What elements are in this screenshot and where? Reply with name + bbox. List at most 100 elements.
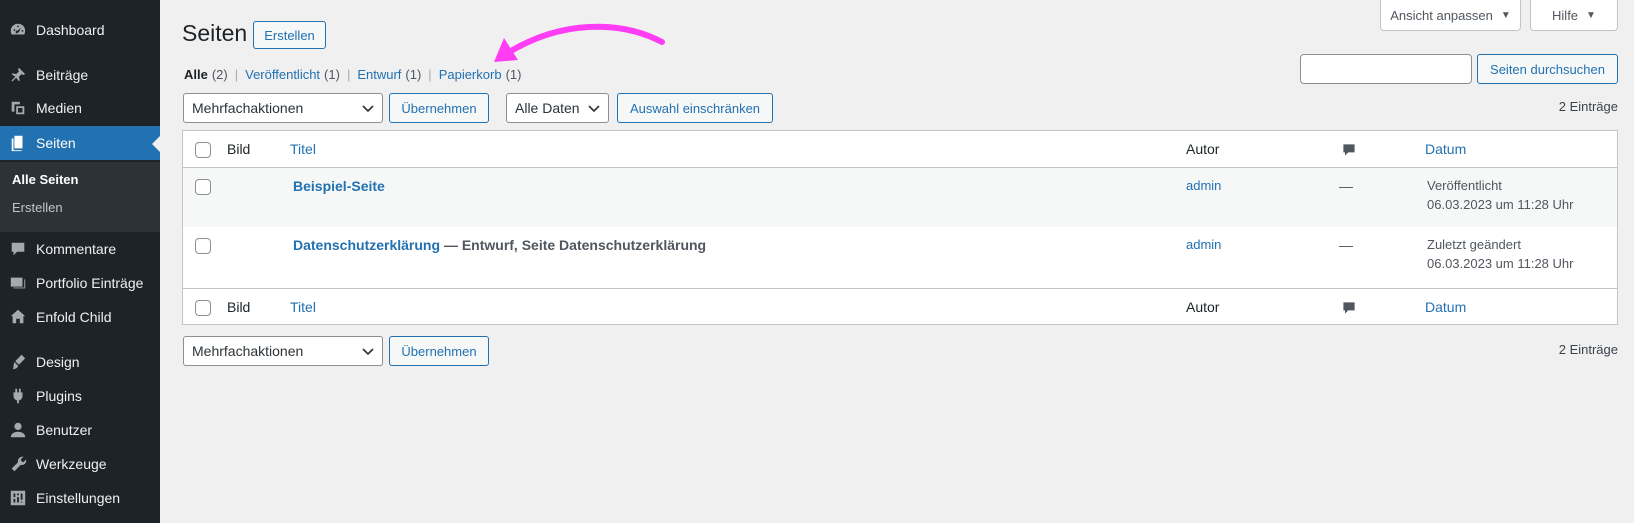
screen-options-label: Ansicht anpassen [1390,7,1493,23]
pages-table: Bild Titel Autor Datum Beispiel-Seite ad… [182,130,1618,325]
sidebar-item-label: Design [36,354,80,370]
sidebar-item-seiten[interactable]: Seiten [0,126,160,160]
table-footer: Bild Titel Autor Datum [183,288,1617,325]
col-image: Bild [227,141,251,157]
page-icon [0,134,36,152]
row-author-link[interactable]: admin [1186,178,1221,193]
view-all-count: (2) [211,67,228,82]
date-filter-value: Alle Daten [515,100,580,116]
sidebar-item-label: Dashboard [36,22,105,38]
sidebar-item-kommentare[interactable]: Kommentare [0,232,160,266]
items-count-bottom: 2 Einträge [1558,342,1618,357]
row-comments: — [1339,237,1353,253]
filter-button[interactable]: Auswahl einschränken [617,93,773,123]
row-date: Veröffentlicht 06.03.2023 um 11:28 Uhr [1427,176,1573,214]
sidebar-item-label: Beiträge [36,67,89,83]
row-date-value: 06.03.2023 um 11:28 Uhr [1427,256,1574,271]
bulk-actions-select-bottom[interactable]: Mehrfachaktionen [183,336,383,366]
chevron-down-icon [362,105,374,113]
bulk-actions-select[interactable]: Mehrfachaktionen [183,93,383,123]
sidebar-item-label: Werkzeuge [36,456,107,472]
sidebar-item-beitraege[interactable]: Beiträge [0,58,160,92]
sidebar-item-enfold-child[interactable]: Enfold Child [0,300,160,334]
row-date-value: 06.03.2023 um 11:28 Uhr [1427,197,1574,212]
search-pages-button[interactable]: Seiten durchsuchen [1477,54,1618,84]
row-title: Datenschutzerklärung — Entwurf, Seite Da… [293,237,706,253]
row-date: Zuletzt geändert 06.03.2023 um 11:28 Uhr [1427,235,1573,273]
sidebar-item-label: Medien [36,100,82,116]
sidebar-item-label: Plugins [36,388,82,404]
row-title-link[interactable]: Datenschutzerklärung [293,237,440,253]
table-row: Beispiel-Seite admin — Veröffentlicht 06… [183,168,1617,227]
page-title: Seiten [182,20,248,46]
help-label: Hilfe [1552,7,1579,23]
date-filter-select[interactable]: Alle Daten [506,93,609,123]
comment-bubble-icon [1341,142,1357,161]
search-input[interactable] [1300,54,1472,84]
view-all[interactable]: Alle [184,67,208,82]
help-button[interactable]: Hilfe ▼ [1530,0,1618,31]
view-draft-count: (1) [405,67,422,82]
view-published[interactable]: Veröffentlicht [245,67,320,82]
row-author-link[interactable]: admin [1186,237,1221,252]
col-title-sort[interactable]: Titel [290,141,316,157]
pin-icon [0,66,36,84]
col-author: Autor [1186,141,1220,157]
row-checkbox[interactable] [195,179,211,195]
row-title-link[interactable]: Beispiel-Seite [293,178,385,194]
row-date-status: Zuletzt geändert [1427,237,1521,252]
sidebar-item-label: Enfold Child [36,309,112,325]
row-comments: — [1339,178,1353,194]
col-title-sort[interactable]: Titel [290,299,316,315]
wrench-icon [0,455,36,473]
select-all-checkbox[interactable] [195,142,211,158]
sidebar-item-label: Portfolio Einträge [36,275,144,291]
sidebar-item-portfolio[interactable]: Portfolio Einträge [0,266,160,300]
sidebar-item-medien[interactable]: Medien [0,91,160,125]
col-date-sort[interactable]: Datum [1425,299,1466,315]
row-post-state: — Entwurf, Seite Datenschutzerklärung [443,237,707,253]
view-draft[interactable]: Entwurf [357,67,401,82]
sidebar-item-dashboard[interactable]: Dashboard [0,13,160,47]
apply-button-bottom[interactable]: Übernehmen [389,336,489,366]
view-published-count: (1) [324,67,340,82]
brush-icon [0,353,36,371]
sidebar-item-design[interactable]: Design [0,345,160,379]
items-count: 2 Einträge [1558,99,1618,114]
col-date-sort[interactable]: Datum [1425,141,1466,157]
media-icon [0,99,36,117]
row-checkbox[interactable] [195,238,211,254]
table-header: Bild Titel Autor Datum [183,131,1617,168]
sidebar-item-plugins[interactable]: Plugins [0,379,160,413]
bulk-actions-value: Mehrfachaktionen [192,100,304,116]
seiten-submenu: Alle Seiten Erstellen [0,162,160,232]
apply-button[interactable]: Übernehmen [389,93,489,123]
separator: | [234,67,239,82]
sidebar-item-einstellungen[interactable]: Einstellungen [0,481,160,515]
status-filter-links: Alle (2) | Veröffentlicht (1) | Entwurf … [184,67,521,82]
screen-options-button[interactable]: Ansicht anpassen ▼ [1380,0,1521,31]
bulk-actions-value: Mehrfachaktionen [192,343,304,359]
comment-bubble-icon [1341,300,1357,319]
user-icon [0,421,36,439]
separator: | [346,67,351,82]
view-trash[interactable]: Papierkorb [439,67,502,82]
settings-icon [0,489,36,507]
submenu-all-pages[interactable]: Alle Seiten [12,172,78,187]
chevron-down-icon [588,105,600,113]
view-trash-count: (1) [505,67,522,82]
portfolio-icon [0,274,36,292]
sidebar-item-label: Kommentare [36,241,117,257]
row-date-status: Veröffentlicht [1427,178,1502,193]
home-icon [0,308,36,326]
add-new-page-button[interactable]: Erstellen [253,21,326,49]
admin-sidebar: Dashboard Beiträge Medien Seiten Alle Se… [0,0,160,523]
sidebar-item-label: Benutzer [36,422,93,438]
sidebar-item-benutzer[interactable]: Benutzer [0,413,160,447]
chevron-down-icon [362,348,374,356]
sidebar-item-werkzeuge[interactable]: Werkzeuge [0,447,160,481]
caret-down-icon: ▼ [1586,9,1596,21]
sidebar-item-label: Seiten [36,135,76,151]
select-all-checkbox-footer[interactable] [195,300,211,316]
submenu-create[interactable]: Erstellen [12,200,63,215]
